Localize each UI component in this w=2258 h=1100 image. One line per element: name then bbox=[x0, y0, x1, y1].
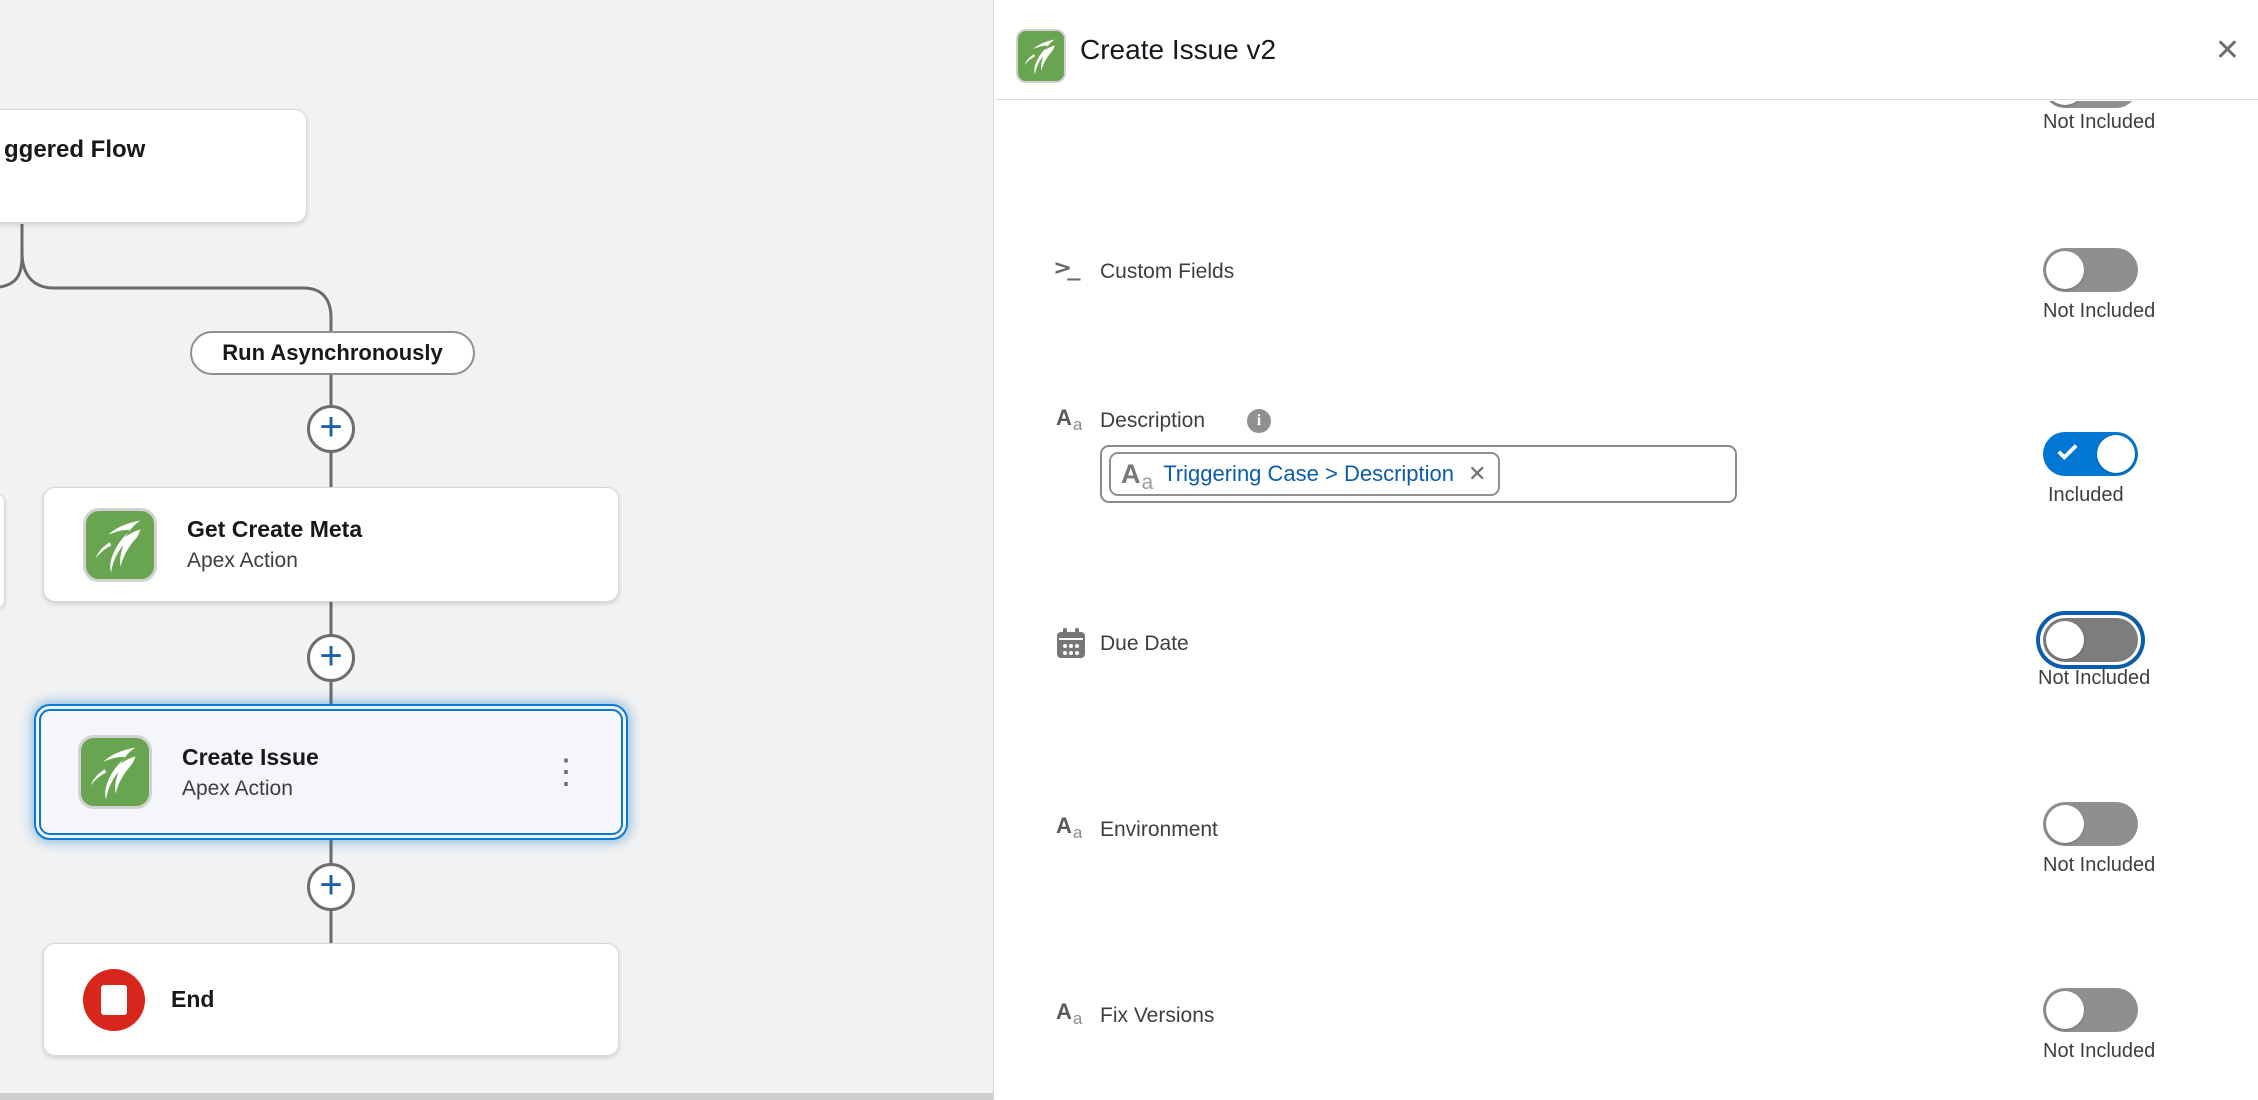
node-record-triggered-flow[interactable]: ggered Flow bbox=[0, 109, 307, 223]
node-subtitle: Apex Action bbox=[182, 777, 319, 801]
text-type-icon: Aa bbox=[1056, 407, 1082, 429]
badge-label: Run Asynchronously bbox=[222, 340, 442, 366]
description-value-input[interactable]: Aa Triggering Case > Description ✕ bbox=[1100, 445, 1737, 503]
fix-versions-toggle[interactable] bbox=[2043, 988, 2138, 1032]
resource-pill-label[interactable]: Triggering Case > Description bbox=[1163, 461, 1454, 487]
node-create-issue[interactable]: Create Issue Apex Action ⋮ bbox=[39, 709, 623, 835]
node-title: End bbox=[171, 986, 214, 1013]
terminal-icon: >_ bbox=[1056, 256, 1081, 281]
due-date-toggle[interactable] bbox=[2043, 618, 2138, 662]
node-text: Create Issue Apex Action bbox=[182, 744, 319, 801]
panel-title: Create Issue v2 bbox=[1080, 0, 1276, 100]
text-type-icon: Aa bbox=[1121, 461, 1153, 488]
text-type-icon: Aa bbox=[1056, 1001, 1082, 1023]
toggle-state-label: Not Included bbox=[2043, 1040, 2155, 1063]
text-type-icon: Aa bbox=[1056, 815, 1082, 837]
custom-fields-toggle[interactable] bbox=[2043, 248, 2138, 292]
add-element-button[interactable]: + bbox=[307, 863, 355, 911]
toggle-state-label: Included bbox=[2048, 484, 2124, 507]
plus-icon: + bbox=[319, 865, 342, 905]
node-title: Create Issue bbox=[182, 744, 319, 771]
calendar-icon bbox=[1056, 628, 1086, 660]
node-get-create-meta[interactable]: Get Create Meta Apex Action bbox=[43, 487, 619, 602]
add-element-button[interactable]: + bbox=[307, 634, 355, 682]
node-end[interactable]: End bbox=[43, 943, 619, 1056]
node-text: Get Create Meta Apex Action bbox=[187, 516, 362, 573]
field-toggle[interactable] bbox=[2043, 101, 2138, 108]
panel-content[interactable]: Not Included >_ Custom Fields Not Includ… bbox=[995, 101, 2258, 1100]
close-icon[interactable]: ✕ bbox=[2211, 32, 2244, 70]
node-subtitle: Apex Action bbox=[187, 549, 362, 573]
environment-toggle[interactable] bbox=[2043, 802, 2138, 846]
plus-icon: + bbox=[319, 636, 342, 676]
node-title: Get Create Meta bbox=[187, 516, 362, 543]
node-title: ggered Flow bbox=[4, 136, 306, 164]
field-label: Fix Versions bbox=[1100, 1002, 1214, 1030]
panel-header: Create Issue v2 ✕ bbox=[995, 0, 2258, 100]
flow-canvas[interactable]: ggered Flow Run Asynchronously + + + Get… bbox=[0, 0, 994, 1100]
toggle-state-label: Not Included bbox=[2043, 300, 2155, 323]
toggle-state-label: Not Included bbox=[2043, 111, 2155, 134]
end-stop-icon bbox=[83, 969, 145, 1031]
zephyr-app-icon bbox=[78, 735, 152, 809]
info-icon[interactable]: i bbox=[1247, 409, 1271, 433]
add-element-button[interactable]: + bbox=[307, 405, 355, 453]
zephyr-app-icon bbox=[1016, 29, 1066, 83]
run-asynchronously-badge[interactable]: Run Asynchronously bbox=[190, 331, 475, 375]
field-label: Due Date bbox=[1100, 630, 1189, 658]
plus-icon: + bbox=[319, 407, 342, 447]
create-issue-panel: Create Issue v2 ✕ Not Included >_ Custom… bbox=[995, 0, 2258, 1100]
field-label: Custom Fields bbox=[1100, 258, 1234, 286]
field-label: Description bbox=[1100, 407, 1205, 435]
node-menu-kebab-icon[interactable]: ⋮ bbox=[549, 755, 583, 789]
toggle-state-label: Not Included bbox=[2043, 854, 2155, 877]
node-offscreen-partial[interactable] bbox=[0, 494, 5, 608]
zephyr-app-icon bbox=[83, 508, 157, 582]
node-create-issue-selected[interactable]: Create Issue Apex Action ⋮ bbox=[34, 704, 628, 840]
toggle-state-label: Not Included bbox=[2038, 667, 2150, 690]
resource-pill[interactable]: Aa Triggering Case > Description ✕ bbox=[1109, 452, 1500, 496]
canvas-edge bbox=[0, 1093, 994, 1100]
description-toggle[interactable] bbox=[2043, 432, 2138, 476]
field-label: Environment bbox=[1100, 816, 1218, 844]
remove-pill-icon[interactable]: ✕ bbox=[1468, 461, 1486, 487]
